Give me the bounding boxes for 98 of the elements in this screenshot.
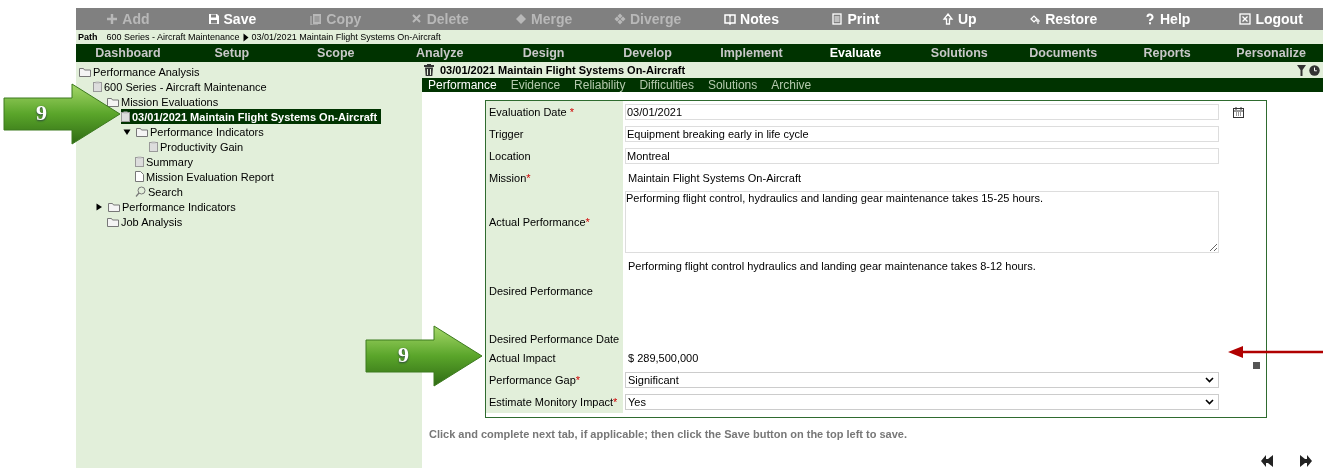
document-icon [831, 13, 844, 25]
text-area[interactable]: Performing flight control, hydraulics and landing gear maintenance takes 15-25 hours. [625, 191, 1219, 253]
form-tab[interactable]: Evidence [510, 78, 561, 92]
clipboard-icon [93, 81, 102, 92]
tree-item[interactable]: Performance Indicators [107, 199, 240, 214]
field-value: Performing flight control hydraulics and landing gear maintenance takes 8-12 hours. [627, 260, 1036, 272]
breadcrumb-link[interactable]: 03/01/2021 Maintain Flight Systems On-Aircraft [251, 32, 441, 42]
toolbar-button[interactable]: Print [803, 8, 908, 30]
chevron-down-icon [1205, 377, 1214, 383]
dropdown[interactable]: Yes [625, 394, 1219, 410]
toolbar-button[interactable]: Logout [1219, 8, 1323, 30]
toolbar-button[interactable]: Notes [699, 8, 804, 30]
copy-icon [310, 13, 323, 25]
instruction-text: Click and complete next tab, if applicable; then click the Save button on the top left to save. [429, 428, 908, 440]
record-title: 03/01/2021 Maintain Flight Systems On-Aircraft [440, 64, 687, 76]
dropdown[interactable]: Significant [625, 372, 1219, 388]
toolbar-button[interactable]: Save [179, 8, 284, 30]
field-label: Desired Performance Date [489, 333, 620, 345]
up-arrow-icon [942, 13, 954, 25]
nav-tab[interactable]: Setup [179, 46, 284, 60]
tree-item[interactable]: Performance Analysis [79, 64, 204, 79]
clock-icon [1309, 64, 1320, 76]
restore-icon [1029, 13, 1042, 25]
field-label: Actual Impact [489, 352, 556, 364]
required-mark: * [569, 106, 574, 118]
required-mark: * [585, 216, 590, 228]
small-square-icon [1253, 362, 1260, 369]
path-label: Path [78, 32, 98, 42]
nav-tab[interactable]: Personalize [1219, 46, 1323, 60]
breadcrumb-separator-icon [242, 32, 249, 42]
nav-tab[interactable]: Implement [699, 46, 804, 60]
field-label: Mission [489, 172, 527, 184]
tree-item[interactable]: Job Analysis [107, 214, 187, 229]
nav-tab[interactable]: Analyze [387, 46, 492, 60]
clipboard-icon [135, 156, 144, 167]
field-label: Actual Performance [489, 216, 586, 228]
document-icon [135, 171, 144, 182]
form-tab[interactable]: Solutions [707, 78, 758, 92]
folder-icon [107, 216, 119, 227]
tree-item[interactable]: Search [135, 184, 187, 199]
required-mark: * [613, 396, 618, 408]
field-value: $ 289,500,000 [627, 352, 699, 364]
required-mark: * [575, 374, 581, 386]
required-mark: * [526, 172, 531, 184]
folder-icon [108, 201, 120, 212]
field-label: Trigger [489, 128, 524, 140]
field-label: Location [489, 150, 531, 162]
calendar-icon [1233, 106, 1244, 118]
nav-tab[interactable]: Scope [283, 46, 388, 60]
tree-item[interactable]: Mission Evaluation Report [135, 169, 278, 184]
nav-tab[interactable]: Reports [1115, 46, 1220, 60]
previous-page-icon [1260, 454, 1274, 468]
field-label: Performance Gap [489, 374, 576, 386]
tree-item[interactable]: 03/01/2021 Maintain Flight Systems On-Aircraft [121, 109, 382, 124]
clipboard-icon [121, 111, 130, 122]
tree-item[interactable]: Mission Evaluations [107, 94, 223, 109]
cross-icon [410, 13, 423, 25]
breadcrumb-link[interactable]: 600 Series - Aircraft Maintenance [106, 32, 240, 42]
toolbar-button[interactable]: Restore [1011, 8, 1116, 30]
nav-tab[interactable]: Design [491, 46, 596, 60]
tree-item[interactable]: Summary [135, 154, 198, 169]
next-page-icon [1299, 454, 1313, 468]
folder-icon [79, 66, 91, 77]
toolbar-button[interactable]: Help [1115, 8, 1220, 30]
folder-icon [107, 96, 119, 107]
tree-item[interactable]: 600 Series - Aircraft Maintenance [93, 79, 271, 94]
callout-number: 9 [36, 100, 47, 126]
nav-tab[interactable]: Solutions [907, 46, 1012, 60]
field-value: Maintain Flight Systems On-Aircraft [627, 172, 801, 184]
text-field[interactable]: Montreal [625, 148, 1219, 164]
nav-tab[interactable]: Develop [595, 46, 700, 60]
toolbar-button[interactable]: Up [907, 8, 1012, 30]
tree-item[interactable]: Performance Indicators [135, 124, 268, 139]
tree-item[interactable]: Productivity Gain [149, 139, 248, 154]
clipboard-icon [149, 141, 158, 152]
date-field[interactable]: 03/01/2021 [625, 104, 1219, 120]
search-icon [135, 186, 146, 197]
filter-icon [1297, 64, 1306, 76]
nav-tab[interactable]: Evaluate [803, 46, 908, 60]
chevron-down-icon [1205, 399, 1214, 405]
form-tab[interactable]: Difficulties [639, 78, 694, 92]
text-field[interactable]: Equipment breaking early in life cycle [625, 126, 1219, 142]
callout-number: 9 [398, 342, 409, 368]
question-mark-icon [1144, 13, 1156, 25]
close-box-icon [1239, 13, 1252, 25]
diamond-icon [515, 13, 528, 25]
form-tab[interactable]: Reliability [574, 78, 626, 92]
field-label: Desired Performance [489, 285, 593, 297]
plus-icon [106, 13, 119, 25]
form-tab[interactable]: Performance [428, 78, 497, 92]
book-icon [724, 13, 737, 25]
nav-tab[interactable]: Documents [1011, 46, 1116, 60]
field-label: Evaluation Date [489, 106, 567, 118]
field-label: Estimate Monitory Impact [489, 396, 614, 408]
folder-icon [136, 126, 148, 137]
form-tab[interactable]: Archive [771, 78, 812, 92]
diamonds-icon [613, 13, 626, 25]
nav-tab[interactable]: Dashboard [76, 46, 180, 60]
